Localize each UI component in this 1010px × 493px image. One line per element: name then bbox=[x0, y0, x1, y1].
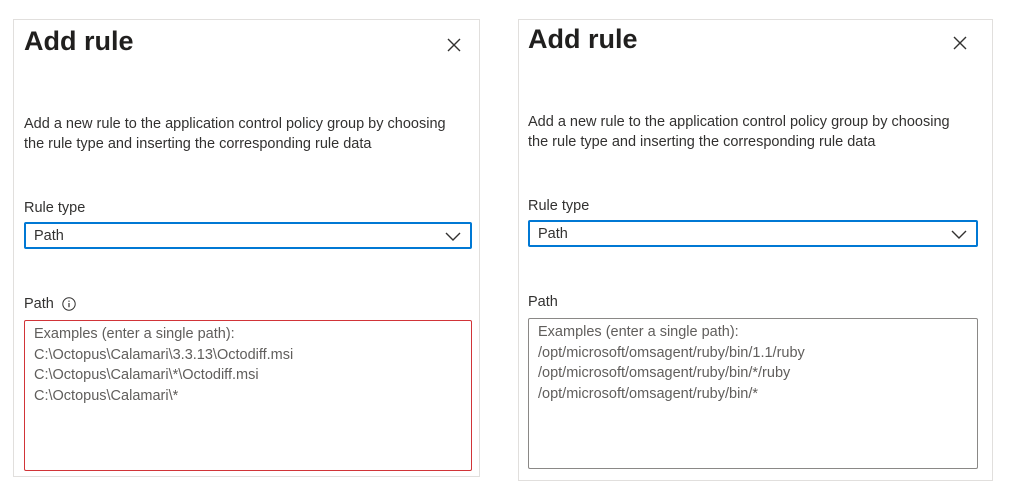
add-rule-panel-right: Add rule Add a new rule to the applicati… bbox=[518, 19, 993, 481]
placeholder-line: /opt/microsoft/omsagent/ruby/bin/* bbox=[538, 385, 759, 402]
rule-type-label: Rule type bbox=[528, 198, 589, 214]
placeholder-line: C:\Octopus\Calamari\3.3.13\Octodiff.msi bbox=[34, 346, 294, 363]
placeholder-line: C:\Octopus\Calamari\* bbox=[34, 387, 179, 404]
rule-type-label-text: Rule type bbox=[528, 198, 590, 214]
path-textarea[interactable]: Examples (enter a single path): C:\Octop… bbox=[24, 320, 472, 471]
rule-type-selected-value: Path bbox=[538, 225, 568, 242]
info-icon[interactable] bbox=[62, 297, 76, 311]
chevron-down-icon bbox=[951, 228, 967, 240]
placeholder-line: /opt/microsoft/omsagent/ruby/bin/1.1/rub… bbox=[538, 344, 805, 361]
rule-type-selected-value: Path bbox=[34, 227, 64, 244]
path-label-text: Path bbox=[528, 294, 558, 310]
panel-description: Add a new rule to the application contro… bbox=[528, 114, 950, 150]
placeholder-line: Examples (enter a single path): bbox=[34, 326, 235, 342]
rule-type-dropdown[interactable]: Path bbox=[528, 220, 978, 247]
placeholder-line: Examples (enter a single path): bbox=[538, 324, 739, 340]
add-rule-panel-left: Add rule Add a new rule to the applicati… bbox=[13, 19, 480, 477]
panel-title: Add rule bbox=[528, 24, 638, 54]
panel-description: Add a new rule to the application contro… bbox=[24, 116, 446, 152]
rule-type-dropdown[interactable]: Path bbox=[24, 222, 472, 249]
path-label: Path bbox=[24, 296, 76, 312]
path-label: Path bbox=[528, 294, 558, 310]
placeholder-line: C:\Octopus\Calamari\*\Octodiff.msi bbox=[34, 367, 259, 383]
rule-type-label-text: Rule type bbox=[24, 200, 86, 216]
path-textarea[interactable]: Examples (enter a single path): /opt/mic… bbox=[528, 318, 978, 469]
close-icon[interactable] bbox=[446, 37, 462, 53]
path-label-text: Path bbox=[24, 296, 54, 312]
close-icon[interactable] bbox=[952, 35, 968, 51]
placeholder-line: /opt/microsoft/omsagent/ruby/bin/*/ruby bbox=[538, 365, 791, 381]
chevron-down-icon bbox=[445, 230, 461, 242]
rule-type-label: Rule type bbox=[24, 200, 85, 216]
panel-title: Add rule bbox=[24, 26, 134, 56]
